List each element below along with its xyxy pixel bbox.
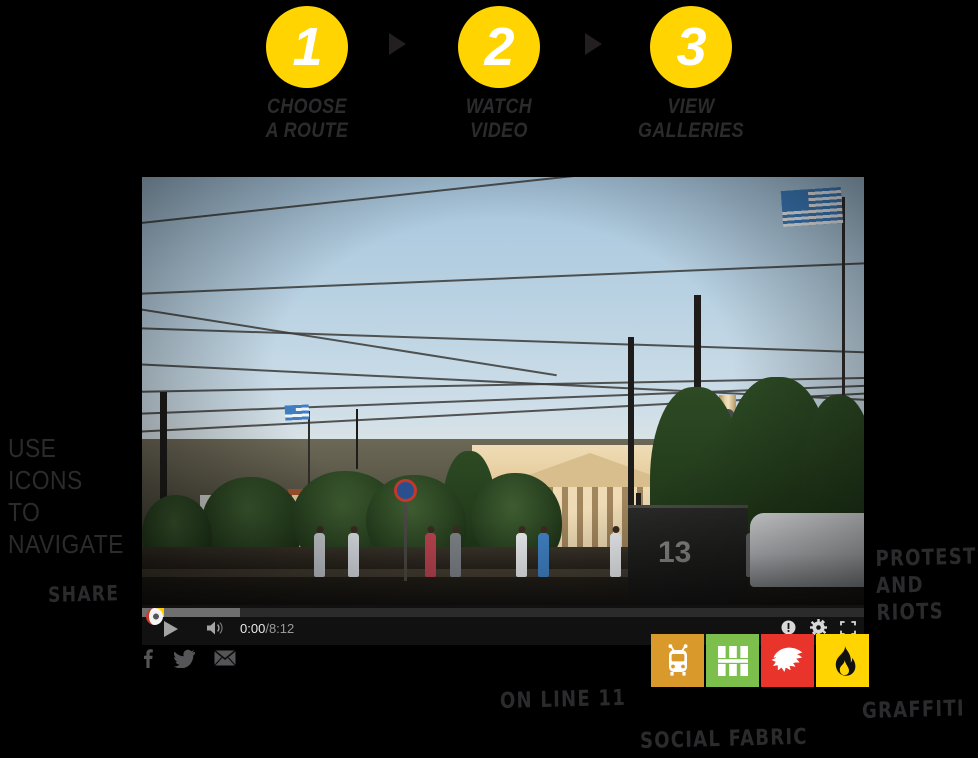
play-icon[interactable] xyxy=(164,621,178,637)
current-time: 0:00 xyxy=(240,621,266,636)
category-social-fabric-button[interactable] xyxy=(706,634,759,687)
step-2[interactable]: 2 WATCH VIDEO xyxy=(429,6,569,143)
annotation-protests-and-riots: PROTESTS AND RIOTS xyxy=(875,544,978,626)
pedestrian-head xyxy=(350,526,357,533)
pedestrian-head xyxy=(427,526,434,533)
pedestrian-head xyxy=(452,526,459,533)
annotation-share: SHARE xyxy=(47,581,120,607)
bus-shelter: 13 xyxy=(628,505,748,603)
step-1-number: 1 xyxy=(292,17,322,77)
volume-icon[interactable] xyxy=(206,620,226,641)
shelter-graffiti: 13 xyxy=(658,536,692,569)
video-frame[interactable]: 13 xyxy=(142,177,864,605)
category-trolleybus-button[interactable] xyxy=(651,634,704,687)
video-player[interactable]: 13 0:00/8:12 xyxy=(142,177,864,645)
pedestrian xyxy=(516,526,527,577)
pedestrian xyxy=(450,526,461,577)
pedestrian xyxy=(610,526,621,577)
flame-icon xyxy=(835,644,855,676)
total-time: 8:12 xyxy=(268,621,295,636)
step-arrow-1-icon xyxy=(389,33,406,55)
email-share-icon[interactable] xyxy=(213,649,237,671)
flag-canton xyxy=(780,189,810,210)
pedestrian xyxy=(314,526,325,577)
trolleybus-icon xyxy=(668,643,687,676)
annotation-social-fabric: SOCIAL FABRIC xyxy=(639,724,808,754)
flag-canton xyxy=(284,405,296,414)
facebook-share-icon[interactable] xyxy=(142,648,154,673)
progress-bar[interactable] xyxy=(142,608,864,625)
social-fabric-icon xyxy=(717,645,748,676)
time-display: 0:00/8:12 xyxy=(240,621,294,636)
category-buttons[interactable] xyxy=(651,634,869,687)
pedestrian xyxy=(538,526,549,577)
annotation-use-icons: USE ICONS TO NAVIGATE xyxy=(8,433,124,559)
step-2-number: 2 xyxy=(484,17,514,77)
pedestrian xyxy=(348,526,359,577)
share-icons[interactable] xyxy=(142,648,237,673)
step-1-circle[interactable]: 1 xyxy=(266,6,348,88)
flag-pole xyxy=(842,197,845,397)
white-van xyxy=(750,513,864,587)
step-1-label: CHOOSE A ROUTE xyxy=(265,95,349,142)
pedestrian xyxy=(425,526,436,577)
pedestrian-head xyxy=(540,526,547,533)
step-2-label: WATCH VIDEO xyxy=(465,95,533,142)
category-protests-button[interactable] xyxy=(761,634,814,687)
step-3-circle[interactable]: 3 xyxy=(650,6,732,88)
no-parking-sign xyxy=(394,479,417,502)
step-arrow-2-icon xyxy=(585,33,602,55)
pedestrian-head xyxy=(518,526,525,533)
pedestrian-head xyxy=(316,526,323,533)
scrubber-handle[interactable] xyxy=(146,608,163,625)
category-graffiti-button[interactable] xyxy=(816,634,869,687)
step-2-circle[interactable]: 2 xyxy=(458,6,540,88)
steps-indicator: 1 CHOOSE A ROUTE 2 WATCH VIDEO 3 VIEW GA… xyxy=(0,0,978,165)
step-1[interactable]: 1 CHOOSE A ROUTE xyxy=(237,6,377,143)
annotation-graffiti: GRAFFITI xyxy=(861,696,966,724)
twitter-share-icon[interactable] xyxy=(173,649,196,673)
antenna xyxy=(356,409,358,469)
step-3-number: 3 xyxy=(676,17,706,77)
annotation-on-line-11: ON LINE 11 xyxy=(499,685,627,714)
pedestrian-head xyxy=(612,526,619,533)
greek-flag xyxy=(284,404,310,421)
protest-splotch-icon xyxy=(771,647,802,672)
greek-flag xyxy=(780,186,844,228)
step-3[interactable]: 3 VIEW GALLERIES xyxy=(621,6,761,143)
step-3-label: VIEW GALLERIES xyxy=(638,95,744,142)
